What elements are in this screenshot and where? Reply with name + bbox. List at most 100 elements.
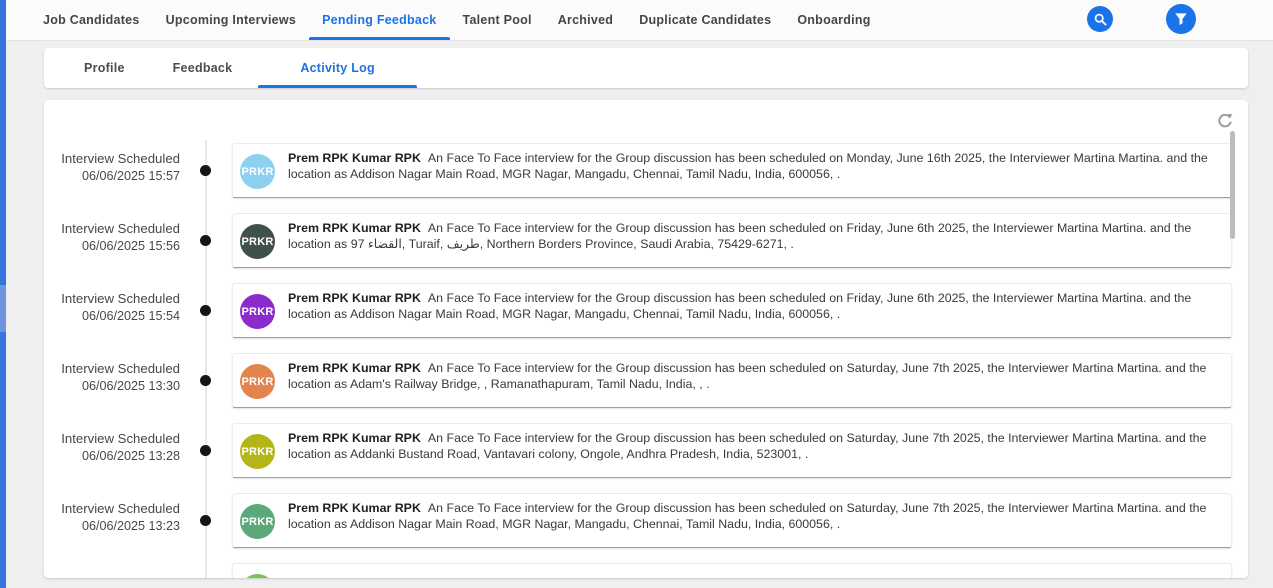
activity-log-entry: Interview Scheduled 06/06/2025 13:30 PRK… — [44, 353, 1248, 408]
nav-tab-pending-feedback[interactable]: Pending Feedback — [309, 0, 449, 40]
entry-message: An Face To Face interview for the Group … — [288, 221, 1191, 251]
entry-event-label: Interview Scheduled — [44, 290, 180, 308]
nav-tab-label: Duplicate Candidates — [639, 13, 771, 27]
entry-card[interactable]: PRKR Prem RPK Kumar RPKAn Face To Face i… — [232, 213, 1232, 268]
entry-event-label: Interview Scheduled — [44, 360, 180, 378]
entry-event-block: Interview Scheduled 06/06/2025 13:30 — [44, 360, 180, 395]
active-sub-tab-indicator — [258, 85, 417, 88]
nav-tab-label: Onboarding — [797, 13, 870, 27]
avatar: PRKR — [240, 364, 275, 399]
entry-message: An Face To Face interview for the Group … — [288, 501, 1206, 531]
candidate-name: Prem RPK Kumar RPK — [288, 151, 421, 165]
entry-message: An Face To Face interview for the Group … — [288, 431, 1206, 461]
entry-text: Prem RPK Kumar RPKAn Face To Face interv… — [288, 144, 1231, 182]
entry-message: An Face To Face interview for the Group … — [288, 151, 1208, 181]
sub-tab-feedback[interactable]: Feedback — [147, 48, 259, 88]
sub-tab-label: Feedback — [173, 61, 233, 75]
timeline-dot-icon — [200, 235, 211, 246]
nav-tab-label: Talent Pool — [463, 13, 532, 27]
entry-timestamp: 06/06/2025 15:54 — [44, 308, 180, 325]
entry-event-label: Interview Scheduled — [44, 500, 180, 518]
entry-text: Prem RPK Kumar RPKAn Face To Face interv… — [288, 354, 1231, 392]
avatar: PRKR — [240, 294, 275, 329]
entry-text: Prem RPK Kumar RPKAn Face To Face interv… — [288, 494, 1231, 532]
filter-button[interactable] — [1166, 4, 1196, 34]
entry-card[interactable]: PRKR Prem RPK Kumar RPKAn Face To Face i… — [232, 423, 1232, 478]
activity-log-entry: Interview Scheduled 06/06/2025 15:54 PRK… — [44, 283, 1248, 338]
candidate-name: Prem RPK Kumar RPK — [288, 291, 421, 305]
entry-text: Prem RPK Kumar RPKAn Face To Face interv… — [288, 284, 1231, 322]
entry-event-label: Interview Scheduled — [44, 150, 180, 168]
timeline-dot-icon — [200, 515, 211, 526]
active-tab-indicator — [309, 37, 449, 40]
timeline-dot-icon — [200, 375, 211, 386]
entry-event-block: Interview Scheduled 06/06/2025 15:56 — [44, 220, 180, 255]
content-scrollbar-thumb[interactable] — [1230, 131, 1235, 239]
filter-icon — [1174, 12, 1188, 26]
app-root: Job Candidates Upcoming Interviews Pendi… — [0, 0, 1273, 588]
candidate-name: Prem RPK Kumar RPK — [288, 501, 421, 515]
timeline-dot-icon — [200, 305, 211, 316]
sub-tab-bar: Profile Feedback Activity Log — [44, 48, 1248, 88]
left-scrollbar-thumb[interactable] — [0, 285, 6, 332]
candidate-name: Prem RPK Kumar RPK — [288, 221, 421, 235]
entry-card[interactable]: PRKR — [232, 563, 1232, 578]
avatar: PRKR — [240, 224, 275, 259]
nav-tab-onboarding[interactable]: Onboarding — [784, 0, 883, 40]
timeline-entries: Interview Scheduled 06/06/2025 15:57 PRK… — [44, 143, 1248, 578]
entry-text — [288, 564, 1231, 571]
refresh-button[interactable] — [1216, 111, 1236, 131]
entry-card[interactable]: PRKR Prem RPK Kumar RPKAn Face To Face i… — [232, 143, 1232, 198]
entry-text: Prem RPK Kumar RPKAn Face To Face interv… — [288, 214, 1231, 252]
entry-timestamp: 06/06/2025 15:57 — [44, 168, 180, 185]
entry-message: An Face To Face interview for the Group … — [288, 361, 1206, 391]
refresh-icon — [1216, 112, 1236, 130]
nav-tab-duplicate-candidates[interactable]: Duplicate Candidates — [626, 0, 784, 40]
nav-tab-label: Upcoming Interviews — [166, 13, 296, 27]
entry-event-block: Interview Scheduled 06/06/2025 13:23 — [44, 500, 180, 535]
left-scrollbar-rail[interactable] — [0, 0, 6, 588]
activity-log-entry: Interview Scheduled 06/06/2025 15:57 PRK… — [44, 143, 1248, 198]
nav-tab-archived[interactable]: Archived — [545, 0, 627, 40]
avatar: PRKR — [240, 434, 275, 469]
entry-timestamp: 06/06/2025 13:28 — [44, 448, 180, 465]
timeline-dot-icon — [200, 445, 211, 456]
entry-event-block: Interview Scheduled 06/06/2025 15:54 — [44, 290, 180, 325]
nav-tab-upcoming-interviews[interactable]: Upcoming Interviews — [153, 0, 309, 40]
candidate-name: Prem RPK Kumar RPK — [288, 431, 421, 445]
sub-tab-label: Profile — [84, 61, 125, 75]
search-icon — [1093, 12, 1108, 27]
activity-log-entry: Interview Scheduled 06/06/2025 13:28 PRK… — [44, 423, 1248, 478]
entry-event-label: Interview Scheduled — [44, 430, 180, 448]
entry-timestamp: 06/06/2025 13:23 — [44, 518, 180, 535]
avatar: PRKR — [240, 154, 275, 189]
main-tab-list: Job Candidates Upcoming Interviews Pendi… — [6, 0, 1273, 40]
nav-tab-talent-pool[interactable]: Talent Pool — [450, 0, 545, 40]
activity-log-entry-partial: PRKR — [44, 563, 1248, 578]
sub-tab-activity-log[interactable]: Activity Log — [258, 48, 417, 88]
sub-tab-profile[interactable]: Profile — [62, 48, 147, 88]
entry-card[interactable]: PRKR Prem RPK Kumar RPKAn Face To Face i… — [232, 283, 1232, 338]
avatar: PRKR — [240, 504, 275, 539]
nav-tab-label: Archived — [558, 13, 614, 27]
candidate-name: Prem RPK Kumar RPK — [288, 361, 421, 375]
sub-tab-label: Activity Log — [300, 61, 375, 75]
top-nav-bar: Job Candidates Upcoming Interviews Pendi… — [6, 0, 1273, 41]
activity-log-panel: Interview Scheduled 06/06/2025 15:57 PRK… — [44, 100, 1248, 578]
entry-text: Prem RPK Kumar RPKAn Face To Face interv… — [288, 424, 1231, 462]
activity-log-entry: Interview Scheduled 06/06/2025 13:23 PRK… — [44, 493, 1248, 548]
entry-event-block: Interview Scheduled 06/06/2025 15:57 — [44, 150, 180, 185]
entry-card[interactable]: PRKR Prem RPK Kumar RPKAn Face To Face i… — [232, 493, 1232, 548]
nav-tab-job-candidates[interactable]: Job Candidates — [30, 0, 153, 40]
entry-timestamp: 06/06/2025 13:30 — [44, 378, 180, 395]
entry-card[interactable]: PRKR Prem RPK Kumar RPKAn Face To Face i… — [232, 353, 1232, 408]
entry-message: An Face To Face interview for the Group … — [288, 291, 1191, 321]
nav-tab-label: Job Candidates — [43, 13, 140, 27]
avatar: PRKR — [240, 574, 275, 578]
entry-timestamp: 06/06/2025 15:56 — [44, 238, 180, 255]
timeline-dot-icon — [200, 165, 211, 176]
search-button[interactable] — [1087, 6, 1113, 32]
entry-event-label: Interview Scheduled — [44, 220, 180, 238]
activity-log-entry: Interview Scheduled 06/06/2025 15:56 PRK… — [44, 213, 1248, 268]
nav-tab-label: Pending Feedback — [322, 13, 436, 27]
